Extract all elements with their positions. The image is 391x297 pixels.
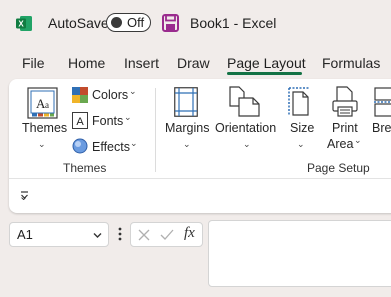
title-bar: X AutoSave Off Book1 - Excel	[0, 0, 391, 46]
chevron-down-icon: ⌄	[38, 139, 46, 149]
svg-text:X: X	[18, 20, 24, 29]
tab-formulas[interactable]: Formulas	[322, 55, 380, 71]
fonts-icon: A	[72, 112, 88, 129]
name-box[interactable]: A1	[9, 222, 109, 247]
chevron-down-icon: ⌄	[297, 139, 305, 149]
more-options-icon[interactable]	[118, 227, 122, 241]
chevron-down-icon: ⌄	[354, 135, 362, 145]
autosave-label: AutoSave	[48, 15, 109, 31]
tab-insert[interactable]: Insert	[124, 55, 159, 71]
document-title: Book1 - Excel	[190, 15, 277, 31]
tab-draw[interactable]: Draw	[177, 55, 210, 71]
themes-group-title: Themes	[63, 161, 107, 175]
ribbon-collapse-icon[interactable]	[20, 190, 29, 200]
breaks-label: Brea	[372, 121, 391, 135]
tab-file[interactable]: File	[22, 55, 45, 71]
chevron-down-icon[interactable]	[93, 231, 102, 240]
save-icon[interactable]	[162, 14, 179, 32]
active-tab-indicator	[227, 72, 302, 75]
margins-label: Margins	[165, 121, 210, 135]
effects-icon	[72, 138, 88, 154]
print-area-label-line1: Print	[332, 121, 358, 135]
print-area-label-line2: Area	[327, 137, 354, 151]
formula-actions: fx	[130, 222, 203, 247]
chevron-down-icon: ⌄	[130, 138, 138, 148]
insert-function-button[interactable]: fx	[184, 225, 195, 242]
size-icon	[288, 87, 309, 116]
excel-logo-icon: X	[16, 16, 32, 31]
autosave-state: Off	[127, 15, 145, 30]
chevron-down-icon: ⌄	[129, 86, 137, 96]
chevron-down-icon: ⌄	[243, 139, 251, 149]
tab-home[interactable]: Home	[68, 55, 105, 71]
print-area-icon	[332, 86, 358, 117]
colors-icon	[72, 87, 88, 103]
chevron-down-icon: ⌄	[124, 112, 132, 122]
group-divider	[155, 88, 156, 172]
enter-check-icon[interactable]	[160, 229, 174, 241]
themes-icon: A a	[27, 87, 58, 119]
svg-text:a: a	[45, 100, 49, 110]
tab-page-layout[interactable]: Page Layout	[227, 55, 306, 71]
size-label: Size	[290, 121, 315, 135]
toggle-knob	[111, 17, 122, 28]
orientation-icon	[229, 86, 260, 117]
formula-input[interactable]	[208, 220, 391, 287]
svg-text:A: A	[76, 116, 84, 128]
margins-icon	[174, 87, 198, 117]
colors-label: Colors	[92, 88, 129, 102]
orientation-label: Orientation	[215, 121, 277, 135]
autosave-toggle[interactable]: Off	[106, 13, 151, 32]
chevron-down-icon: ⌄	[183, 139, 191, 149]
breaks-icon	[374, 87, 391, 117]
themes-label: Themes	[22, 121, 68, 135]
name-box-value: A1	[17, 227, 33, 242]
cancel-icon[interactable]	[138, 229, 150, 241]
page-setup-group-title: Page Setup	[307, 161, 370, 175]
effects-label: Effects	[92, 140, 130, 154]
ribbon-divider	[9, 178, 391, 179]
fonts-label: Fonts	[92, 114, 124, 128]
